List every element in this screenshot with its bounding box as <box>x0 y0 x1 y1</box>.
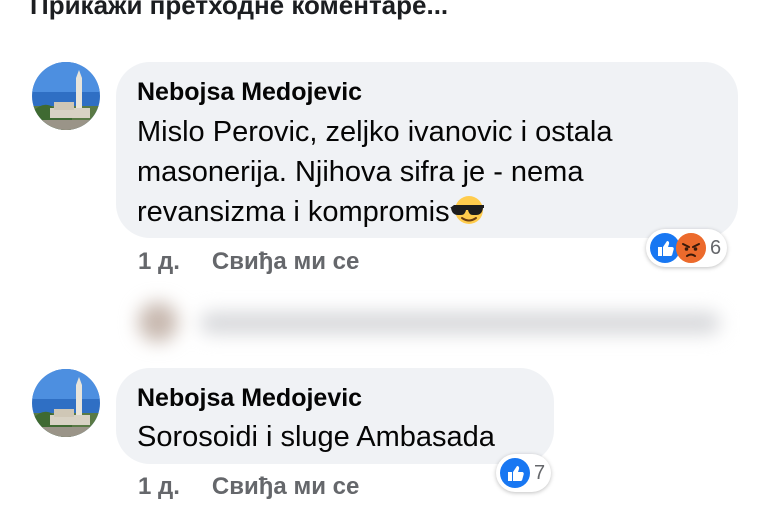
like-icon <box>500 458 530 488</box>
like-button[interactable]: Свиђа ми се <box>212 248 359 275</box>
comment-text: Mislo Perovic, zeljko ivanovic i ostala … <box>137 112 612 232</box>
comment-text-line: Sorosoidi i sluge Ambasada <box>137 421 495 453</box>
avatar[interactable] <box>32 62 100 130</box>
comment-text: Sorosoidi i sluge Ambasada <box>137 417 495 457</box>
comment-text-segment: revansizma i kompromis <box>137 196 450 228</box>
reactions-summary[interactable]: 6 <box>646 229 728 267</box>
comment-text-line: revansizma i kompromis <box>137 192 612 232</box>
reaction-count: 6 <box>710 236 722 259</box>
comment-author[interactable]: Nebojsa Medojevic <box>137 384 362 413</box>
comments-panel: Прикажи претходне коментаре... Nebojsa M… <box>0 0 760 516</box>
angry-icon <box>676 233 706 263</box>
comment-author[interactable]: Nebojsa Medojevic <box>137 78 362 107</box>
view-previous-comments-link[interactable]: Прикажи претходне коментаре... <box>30 0 448 21</box>
like-button[interactable]: Свиђа ми се <box>212 473 359 500</box>
comment-timestamp[interactable]: 1 д. <box>138 473 180 500</box>
comment-timestamp[interactable]: 1 д. <box>138 248 180 275</box>
reaction-count: 7 <box>534 461 546 484</box>
comment-meta: 1 д. Свиђа ми се <box>138 473 359 501</box>
comment-meta: 1 д. Свиђа ми се <box>138 248 359 276</box>
comment-text-line: Mislo Perovic, zeljko ivanovic i ostala <box>137 116 613 148</box>
sunglasses-emoji <box>449 196 484 224</box>
avatar[interactable] <box>32 369 100 437</box>
blurred-comment-placeholder <box>130 296 730 356</box>
comment-text-line: masonerija. Njihova sifra je - nema <box>137 156 584 188</box>
reactions-summary[interactable]: 7 <box>496 454 552 492</box>
